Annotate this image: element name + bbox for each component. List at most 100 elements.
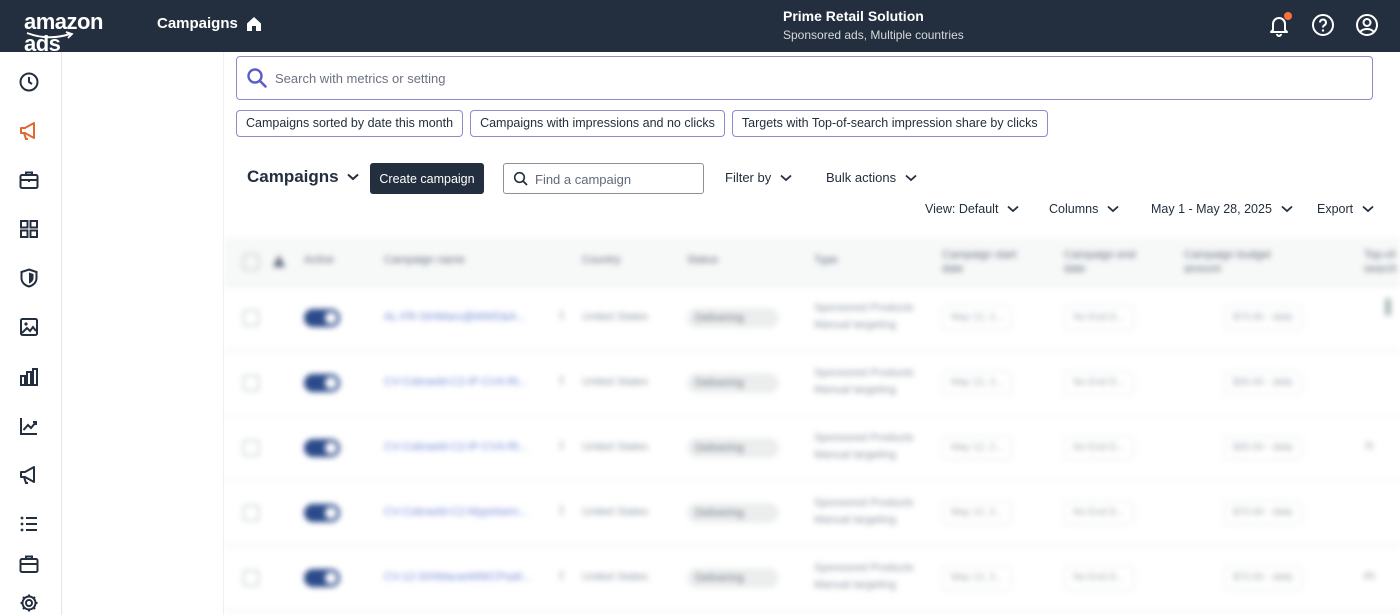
budget-field[interactable]: $70.00 - daily (1224, 306, 1303, 330)
nav-campaigns[interactable]: Campaigns (157, 15, 238, 32)
header-end-date[interactable]: Campaign end date (1064, 248, 1144, 276)
table-header: Active Campaign name Country Status Type… (224, 238, 1400, 286)
header-type[interactable]: Type (814, 254, 838, 266)
header-status[interactable]: Status (687, 254, 718, 266)
list-icon[interactable] (18, 513, 40, 535)
logo-smile-icon (26, 31, 74, 39)
amazon-ads-logo[interactable]: amazon ads (24, 11, 136, 55)
chevron-down-icon (780, 174, 792, 181)
media-image-icon[interactable] (18, 316, 40, 338)
metrics-search[interactable] (236, 56, 1373, 100)
warning-icon (273, 255, 285, 267)
type-cell: Sponsored Products (814, 497, 914, 509)
export-label: Export (1317, 202, 1354, 216)
campaigns-dropdown[interactable]: Campaigns (247, 167, 359, 187)
date-range-dropdown[interactable]: May 1 - May 28, 2025 (1151, 202, 1293, 216)
end-date-field[interactable]: No End D... (1064, 436, 1134, 460)
start-date-field[interactable]: May 12, 2... (942, 436, 1013, 460)
campaign-name-link[interactable]: CV-12-SIHMacaoMWCPsa6... (384, 571, 531, 583)
columns-dropdown[interactable]: Columns (1049, 202, 1119, 216)
row-checkbox[interactable] (243, 310, 259, 326)
end-date-field[interactable]: No End D... (1064, 566, 1134, 590)
end-date-field[interactable]: No End D... (1064, 371, 1134, 395)
view-dropdown[interactable]: View: Default (925, 202, 1020, 216)
home-icon[interactable] (244, 14, 264, 34)
search-input[interactable] (275, 67, 1275, 89)
recent-clock-icon[interactable] (18, 71, 40, 93)
end-date-field[interactable]: No End D... (1064, 306, 1134, 330)
type-cell: Sponsored Products (814, 432, 914, 444)
status-badge: Delivering (687, 503, 779, 523)
profile-button[interactable] (1354, 12, 1380, 38)
row-more-menu[interactable]: ⋮ (556, 374, 567, 387)
ads-megaphone-icon[interactable] (18, 464, 40, 486)
start-date-field[interactable]: May 12, 2... (942, 501, 1013, 525)
brand-shield-icon[interactable] (18, 267, 40, 289)
settings-gear-icon[interactable] (18, 592, 40, 614)
row-checkbox[interactable] (243, 440, 259, 456)
country-cell: United States (582, 311, 649, 323)
end-date-field[interactable]: No End D... (1064, 501, 1134, 525)
header-top-of-search[interactable]: Top-of-search (1364, 248, 1400, 276)
row-checkbox[interactable] (243, 505, 259, 521)
row-more-menu[interactable]: ⋮ (556, 439, 567, 452)
trends-chart-icon[interactable] (18, 415, 40, 437)
chevron-down-icon (1007, 205, 1020, 213)
country-cell: United States (582, 506, 649, 518)
top-bar: amazon ads Campaigns Prime Retail Soluti… (0, 0, 1400, 55)
country-cell: United States (582, 571, 649, 583)
type-cell: Sponsored Products (814, 367, 914, 379)
chip-sorted-by-date[interactable]: Campaigns sorted by date this month (236, 110, 464, 137)
campaign-name-link[interactable]: AL-FR-SIHMaro@MWD&A... (384, 311, 525, 323)
budget-field[interactable]: $70.00 - daily (1224, 566, 1303, 590)
briefcase-icon[interactable] (18, 169, 40, 191)
start-date-field[interactable]: May 12, 2... (942, 566, 1013, 590)
chevron-down-icon (346, 173, 359, 181)
row-checkbox[interactable] (243, 570, 259, 586)
active-toggle[interactable] (304, 309, 340, 327)
row-more-menu[interactable]: ⋮ (556, 569, 567, 582)
apps-grid-icon[interactable] (18, 218, 40, 240)
export-dropdown[interactable]: Export (1317, 202, 1374, 216)
header-country[interactable]: Country (582, 254, 621, 266)
campaign-name-link[interactable]: CV-Cobraold-C2-IP-CV4-Rt... (384, 376, 528, 388)
create-campaign-button[interactable]: Create campaign (370, 163, 484, 194)
active-toggle[interactable] (304, 569, 340, 587)
campaign-name-link[interactable]: CV-Cobraold-C2-Mypolsem... (384, 506, 528, 518)
header-active[interactable]: Active (304, 254, 334, 266)
active-toggle[interactable] (304, 439, 340, 457)
columns-label: Columns (1049, 202, 1099, 216)
account-switcher[interactable]: Prime Retail Solution Sponsored ads, Mul… (783, 8, 964, 42)
active-toggle[interactable] (304, 374, 340, 392)
start-date-field[interactable]: May 12, 2... (942, 306, 1013, 330)
select-all-checkbox[interactable] (243, 254, 259, 270)
find-campaign-input[interactable] (535, 170, 695, 188)
budget-field[interactable]: $30.00 - daily (1224, 436, 1303, 460)
notifications-button[interactable] (1266, 12, 1292, 38)
status-badge: Delivering (687, 438, 779, 458)
table-scrollbar[interactable] (1385, 298, 1391, 316)
campaign-name-link[interactable]: CV-Cobraold-C2-IP-CV4-Rt... (384, 441, 528, 453)
start-date-field[interactable]: May 12, 2... (942, 371, 1013, 395)
campaigns-megaphone-icon[interactable] (18, 120, 40, 142)
find-campaign[interactable] (503, 163, 704, 194)
suggestion-chips: Campaigns sorted by date this month Camp… (236, 110, 1048, 137)
row-more-menu[interactable]: ⋮ (556, 309, 567, 322)
row-more-menu[interactable]: ⋮ (556, 504, 567, 517)
header-campaign-name[interactable]: Campaign name (384, 254, 465, 266)
chip-top-of-search[interactable]: Targets with Top-of-search impression sh… (731, 110, 1048, 137)
header-budget[interactable]: Campaign budget amount (1184, 248, 1294, 276)
profile-icon (1356, 14, 1378, 36)
active-toggle[interactable] (304, 504, 340, 522)
tools-briefcase-icon[interactable] (18, 553, 40, 575)
budget-field[interactable]: $70.00 - daily (1224, 501, 1303, 525)
chip-impressions-no-clicks[interactable]: Campaigns with impressions and no clicks (470, 110, 725, 137)
targeting-cell: Manual targeting (814, 514, 896, 526)
help-button[interactable] (1310, 12, 1336, 38)
budget-field[interactable]: $30.00 - daily (1224, 371, 1303, 395)
filter-by-dropdown[interactable]: Filter by (725, 170, 792, 185)
bulk-actions-dropdown[interactable]: Bulk actions (826, 170, 917, 185)
row-checkbox[interactable] (243, 375, 259, 391)
measurement-bars-icon[interactable] (18, 366, 40, 388)
header-start-date[interactable]: Campaign start date (942, 248, 1022, 276)
